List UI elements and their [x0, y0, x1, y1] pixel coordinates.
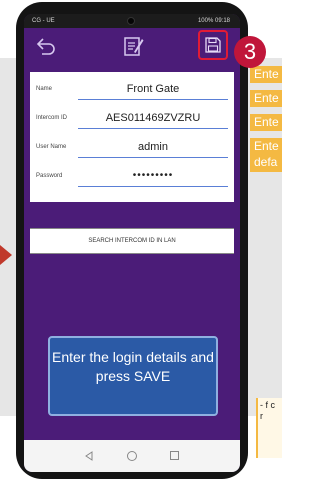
- nav-back-icon[interactable]: [84, 451, 94, 461]
- status-bar: CG - UE 100% 09:18: [24, 14, 240, 28]
- intercom-id-row: Intercom ID AES011469ZVZRU: [30, 107, 234, 133]
- name-row: Name Front Gate: [30, 78, 234, 104]
- password-field[interactable]: •••••••••: [78, 167, 228, 187]
- floppy-disk-icon: [205, 37, 221, 53]
- user-name-field[interactable]: admin: [78, 138, 228, 158]
- instruction-box: Enter the login details and press SAVE: [48, 336, 218, 416]
- back-arrow-icon[interactable]: [36, 37, 56, 55]
- side-note: - f c r: [256, 398, 282, 458]
- left-side-panel: [0, 58, 16, 416]
- callout-4: Ente defa: [250, 138, 282, 172]
- pointer-arrow-icon: [0, 245, 12, 265]
- edit-note-icon[interactable]: [122, 35, 144, 57]
- callout-2: Ente: [250, 90, 282, 107]
- app-bar: [24, 28, 240, 64]
- user-name-row: User Name admin: [30, 136, 234, 162]
- password-label: Password: [36, 173, 63, 179]
- phone-screen: CG - UE 100% 09:18 Name Front Gate Inter…: [24, 14, 240, 472]
- name-field[interactable]: Front Gate: [78, 80, 228, 100]
- password-row: Password •••••••••: [30, 165, 234, 191]
- front-camera: [127, 17, 135, 25]
- name-label: Name: [36, 86, 53, 92]
- search-intercom-button[interactable]: SEARCH INTERCOM ID IN LAN: [30, 228, 234, 254]
- clock-text: 09:18: [214, 18, 230, 24]
- save-button[interactable]: [198, 30, 228, 60]
- status-right: 100% 09:18: [198, 14, 230, 28]
- user-name-label: User Name: [36, 144, 67, 150]
- nav-recent-apps-icon[interactable]: [170, 451, 179, 460]
- step-number-badge: 3: [234, 36, 266, 68]
- nav-home-icon[interactable]: [127, 451, 137, 461]
- callout-3: Ente: [250, 114, 282, 131]
- carrier-text: CG - UE: [32, 18, 55, 24]
- nav-bar: [24, 440, 240, 472]
- login-form: Name Front Gate Intercom ID AES011469ZVZ…: [30, 72, 234, 202]
- right-side-panel: [248, 58, 282, 416]
- callout-1: Ente: [250, 66, 282, 83]
- intercom-id-label: Intercom ID: [36, 115, 68, 121]
- intercom-id-field[interactable]: AES011469ZVZRU: [78, 109, 228, 129]
- battery-text: 100%: [197, 18, 214, 24]
